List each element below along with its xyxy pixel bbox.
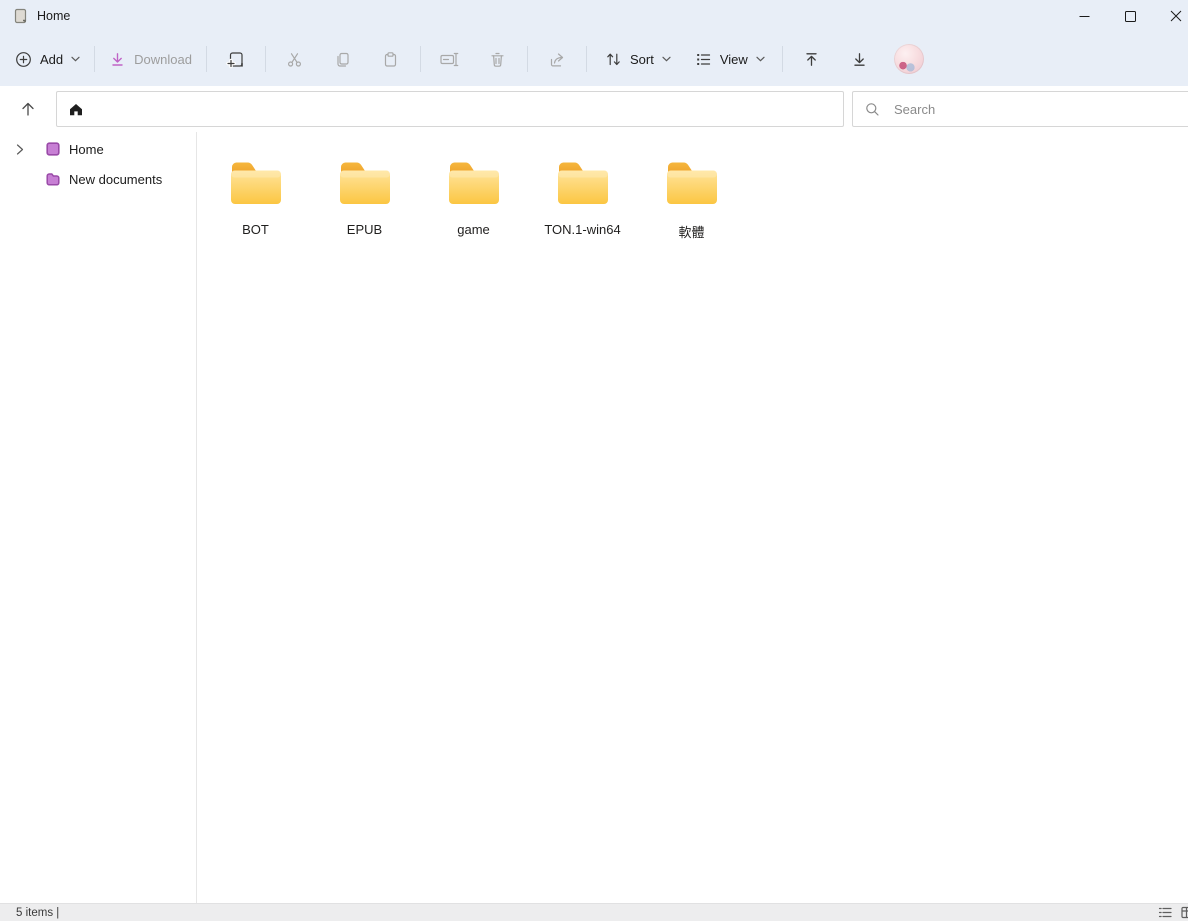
delete-button[interactable]: [476, 41, 520, 77]
sort-label: Sort: [630, 52, 654, 67]
chevron-down-icon: [662, 56, 671, 62]
toolbar-separator: [265, 46, 266, 72]
search-icon: [865, 102, 880, 117]
folder-name: 軟體: [678, 222, 704, 241]
minimize-button[interactable]: [1061, 0, 1107, 32]
folder-grid: BOT EPUB game TON.1-win64 軟體: [197, 132, 1188, 241]
documents-folder-icon: [46, 172, 61, 186]
folder-icon: [226, 156, 286, 208]
file-manager-window: Home Add Download: [0, 0, 1188, 921]
share-button[interactable]: [535, 41, 579, 77]
details-view-icon: [1158, 906, 1172, 919]
status-view-toggles: [1158, 906, 1188, 919]
share-icon: [548, 51, 566, 68]
toolbar: Add Download: [0, 32, 1188, 86]
folder-icon: [335, 156, 395, 208]
tab-page-icon: [14, 8, 27, 24]
folder-name: game: [457, 222, 490, 237]
add-label: Add: [40, 52, 63, 67]
status-bar: 5 items |: [0, 903, 1188, 921]
toolbar-separator: [586, 46, 587, 72]
toolbar-separator: [206, 46, 207, 72]
sidebar: Home New documents: [0, 132, 197, 903]
grid-view-button[interactable]: [1181, 906, 1188, 919]
folder-name: EPUB: [347, 222, 382, 237]
sidebar-item-label: Home: [69, 142, 104, 157]
tab-home[interactable]: Home: [0, 0, 70, 32]
search-box: [852, 91, 1188, 127]
folder-item-software[interactable]: 軟體: [637, 156, 746, 241]
folder-item-game[interactable]: game: [419, 156, 528, 241]
trash-icon: [489, 51, 506, 68]
paste-button[interactable]: [369, 41, 413, 77]
folder-icon: [553, 156, 613, 208]
rename-button[interactable]: [428, 41, 472, 77]
grid-view-icon: [1181, 906, 1188, 919]
upload-icon: [803, 51, 820, 68]
folder-icon: [662, 156, 722, 208]
upload-button[interactable]: [790, 41, 834, 77]
new-tab-icon: [226, 50, 245, 69]
window-body: Home New documents BOT EPUB: [0, 132, 1188, 903]
folder-name: TON.1-win64: [544, 222, 620, 237]
sidebar-item-label: New documents: [69, 172, 162, 187]
sort-button[interactable]: Sort: [596, 41, 680, 77]
plus-circle-icon: [15, 51, 32, 68]
folder-name: BOT: [242, 222, 269, 237]
arrow-down-bar-icon: [851, 51, 868, 68]
details-view-button[interactable]: [1158, 906, 1172, 919]
chevron-down-icon: [71, 56, 80, 62]
view-button[interactable]: View: [686, 41, 774, 77]
tab-title: Home: [37, 9, 70, 23]
title-bar: Home: [0, 0, 1188, 32]
toolbar-separator: [94, 46, 95, 72]
toolbar-separator: [782, 46, 783, 72]
copy-icon: [334, 51, 351, 68]
download-button[interactable]: Download: [100, 41, 201, 77]
rename-icon: [440, 52, 459, 67]
arrow-up-icon: [19, 100, 37, 118]
maximize-icon: [1125, 11, 1136, 22]
save-download-button[interactable]: [838, 41, 882, 77]
download-label: Download: [134, 52, 192, 67]
search-input[interactable]: [892, 101, 1183, 118]
new-tab-button[interactable]: [214, 41, 258, 77]
minimize-icon: [1079, 11, 1090, 22]
folder-item-ton1-win64[interactable]: TON.1-win64: [528, 156, 637, 241]
toolbar-separator: [420, 46, 421, 72]
folder-item-epub[interactable]: EPUB: [310, 156, 419, 241]
address-row: [0, 86, 1188, 132]
folder-item-bot[interactable]: BOT: [201, 156, 310, 241]
cut-button[interactable]: [273, 41, 317, 77]
copy-button[interactable]: [321, 41, 365, 77]
maximize-button[interactable]: [1107, 0, 1153, 32]
chevron-right-icon[interactable]: [14, 144, 26, 155]
download-icon: [109, 51, 126, 68]
view-label: View: [720, 52, 748, 67]
home-library-icon: [46, 142, 61, 156]
user-avatar[interactable]: [894, 44, 924, 74]
address-bar[interactable]: [56, 91, 844, 127]
add-button[interactable]: Add: [6, 41, 89, 77]
items-count: 5 items |: [16, 907, 59, 919]
chevron-down-icon: [756, 56, 765, 62]
file-area[interactable]: BOT EPUB game TON.1-win64 軟體: [197, 132, 1188, 903]
close-icon: [1170, 10, 1182, 22]
sidebar-item-home[interactable]: Home: [0, 134, 196, 164]
sort-icon: [605, 51, 622, 68]
close-button[interactable]: [1153, 0, 1188, 32]
view-list-icon: [695, 51, 712, 68]
folder-icon: [444, 156, 504, 208]
cut-icon: [286, 51, 303, 68]
up-button[interactable]: [12, 93, 44, 125]
paste-icon: [382, 51, 399, 68]
sidebar-item-new-documents[interactable]: New documents: [0, 164, 196, 194]
home-breadcrumb-icon: [69, 103, 83, 116]
toolbar-separator: [527, 46, 528, 72]
window-controls: [1061, 0, 1188, 32]
